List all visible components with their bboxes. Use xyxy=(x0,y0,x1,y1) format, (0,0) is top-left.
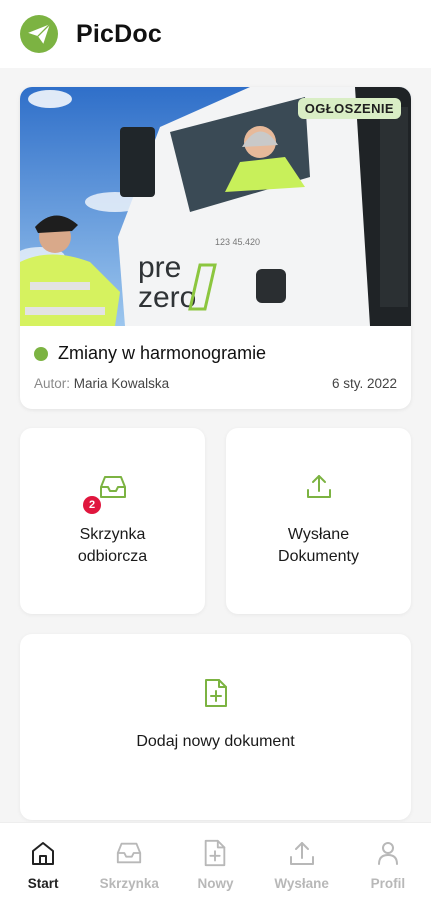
bottom-tab-bar: Start Skrzynka Nowy Wysłane Profil xyxy=(0,822,431,900)
tab-inbox-label: Skrzynka xyxy=(99,876,159,891)
announcement-photo: pre zero 123 45.420 xyxy=(20,87,411,326)
truck-brand-line1: pre xyxy=(138,251,181,284)
tab-start-label: Start xyxy=(27,876,59,891)
tab-new-label: Nowy xyxy=(197,876,234,891)
inbox-icon xyxy=(115,839,143,872)
app-header: PicDoc xyxy=(0,0,431,68)
inbox-tile[interactable]: 2 Skrzynka odbiorcza xyxy=(20,428,205,614)
sent-label-line2: Dokumenty xyxy=(278,548,359,565)
truck-brand-line2: zero xyxy=(138,281,196,314)
tab-sent[interactable]: Wysłane xyxy=(262,839,342,900)
tab-sent-label: Wysłane xyxy=(274,876,329,891)
sent-label-line1: Wysłane xyxy=(287,526,350,543)
add-document-label: Dodaj nowy dokument xyxy=(136,733,295,750)
home-icon xyxy=(29,839,57,872)
new-document-icon xyxy=(203,678,229,713)
unread-dot-icon xyxy=(34,346,48,361)
tab-start[interactable]: Start xyxy=(3,839,83,900)
upload-icon xyxy=(288,839,316,872)
tab-profile-label: Profil xyxy=(370,876,406,891)
sent-documents-tile[interactable]: Wysłane Dokumenty xyxy=(226,428,411,614)
tab-new[interactable]: Nowy xyxy=(175,839,255,900)
upload-icon xyxy=(305,472,333,505)
announcement-title: Zmiany w harmonogramie xyxy=(58,343,267,363)
author-prefix: Autor: xyxy=(34,376,71,391)
announcement-date: 6 sty. 2022 xyxy=(331,376,397,391)
paper-plane-logo-icon xyxy=(20,15,58,53)
tab-inbox[interactable]: Skrzynka xyxy=(89,839,169,900)
tab-profile[interactable]: Profil xyxy=(348,839,428,900)
new-document-icon xyxy=(202,839,228,872)
profile-icon xyxy=(374,839,402,872)
inbox-count-badge: 2 xyxy=(83,496,101,514)
author-name: Maria Kowalska xyxy=(73,376,170,391)
inbox-icon xyxy=(98,474,128,505)
inbox-label-line1: Skrzynka xyxy=(79,526,146,543)
announcement-card[interactable]: pre zero 123 45.420 OGŁOSZENIE Zmiany w … xyxy=(20,87,411,409)
add-document-tile[interactable]: Dodaj nowy dokument xyxy=(20,634,411,820)
announcement-badge: OGŁOSZENIE xyxy=(297,98,401,119)
truck-plate-text: 123 45.420 xyxy=(215,237,260,247)
app-title: PicDoc xyxy=(76,19,162,48)
inbox-label-line2: odbiorcza xyxy=(77,548,148,565)
